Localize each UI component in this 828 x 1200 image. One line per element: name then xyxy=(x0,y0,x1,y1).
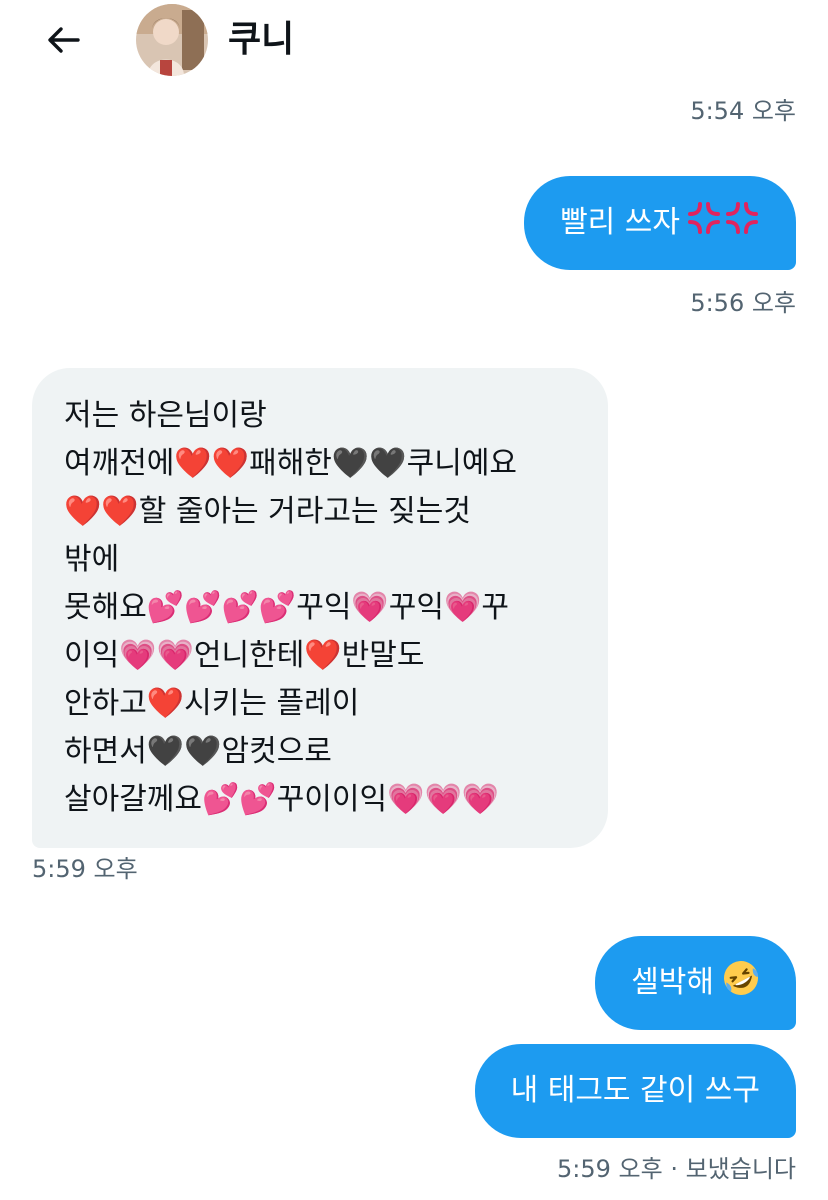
rolling-laughing-face-icon xyxy=(722,959,760,1008)
message-text: 셀박해 xyxy=(631,965,714,1000)
message-text: 빨리 쓰자 xyxy=(560,205,680,240)
message-line: 못해요💕💕💕💕꾸익💗꾸익💗꾸 xyxy=(64,590,509,625)
outgoing-message-bubble[interactable]: 빨리 쓰자 xyxy=(524,176,796,270)
message-line: 저는 하은님이랑 xyxy=(64,398,267,433)
outgoing-message-bubble[interactable]: 셀박해 xyxy=(595,936,796,1030)
message-line: 이익💗💗언니한테❤️반말도 xyxy=(64,638,425,673)
message-line: 밖에 xyxy=(64,542,120,577)
message-line: 여깨전에❤️❤️패해한🖤🖤쿠니예요 xyxy=(64,446,518,481)
outgoing-message-bubble[interactable]: 내 태그도 같이 쓰구 xyxy=(474,1044,796,1138)
message-line: ❤️❤️할 줄아는 거라고는 짖는것 xyxy=(64,494,471,529)
conversation-header: 쿠니 xyxy=(0,0,828,84)
avatar-image xyxy=(136,4,208,76)
message-timestamp: 5:54 오후 xyxy=(690,97,796,125)
message-status-timestamp: 5:59 오후 · 보냈습니다 xyxy=(557,1155,796,1183)
message-line: 안하고❤️시키는 플레이 xyxy=(64,686,360,721)
message-timestamp: 5:56 오후 xyxy=(690,289,796,317)
message-line: 살아갈께요💕💕꾸이이익💗💗💗 xyxy=(64,782,500,817)
contact-name[interactable]: 쿠니 xyxy=(228,18,294,62)
avatar[interactable] xyxy=(136,4,208,76)
message-text: 내 태그도 같이 쓰구 xyxy=(510,1073,760,1108)
arrow-left-icon xyxy=(48,27,80,53)
incoming-message-bubble[interactable]: 저는 하은님이랑 여깨전에❤️❤️패해한🖤🖤쿠니예요 ❤️❤️할 줄아는 거라고… xyxy=(32,368,608,848)
message-timestamp: 5:59 오후 xyxy=(32,855,138,883)
anger-symbol-icon xyxy=(686,200,760,247)
message-line: 하면서🖤🖤암컷으로 xyxy=(64,734,332,769)
back-button[interactable] xyxy=(40,18,88,62)
